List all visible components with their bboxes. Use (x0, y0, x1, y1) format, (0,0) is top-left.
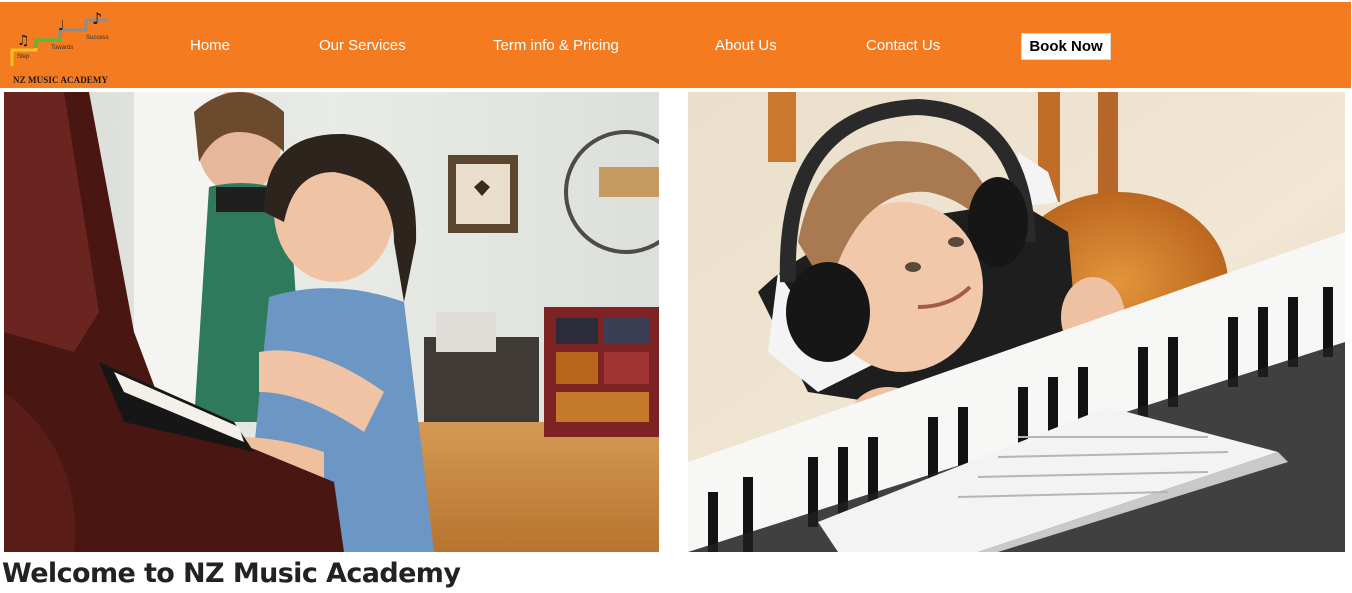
nav-home[interactable]: Home (190, 36, 230, 56)
svg-text:♪: ♪ (92, 9, 102, 28)
hero-image-keyboard-headphones (688, 92, 1345, 552)
book-now-button[interactable]: Book Now (1021, 33, 1111, 60)
site-logo[interactable]: ♫ ♩ ♪ Step Towards Success NZ MUSIC ACAD… (8, 8, 120, 85)
logo-step-3: Success (86, 35, 109, 41)
hero-image-piano-lesson (4, 92, 659, 552)
nav-our-services[interactable]: Our Services (319, 36, 406, 56)
nav-term-info-pricing[interactable]: Term info & Pricing (493, 36, 619, 56)
logo-name: NZ MUSIC ACADEMY (13, 75, 109, 85)
navbar: ♫ ♩ ♪ Step Towards Success NZ MUSIC ACAD… (0, 2, 1351, 88)
nav-about-us[interactable]: About Us (715, 36, 777, 56)
nav-contact-us[interactable]: Contact Us (866, 36, 940, 56)
welcome-heading: Welcome to NZ Music Academy (2, 558, 461, 589)
svg-text:♩: ♩ (58, 18, 65, 34)
logo-step-1: Step (17, 54, 30, 60)
logo-steps-graphic: ♫ ♩ ♪ Step Towards Success (10, 9, 109, 66)
logo-step-2: Towards (51, 45, 73, 51)
svg-text:♫: ♫ (17, 33, 30, 49)
